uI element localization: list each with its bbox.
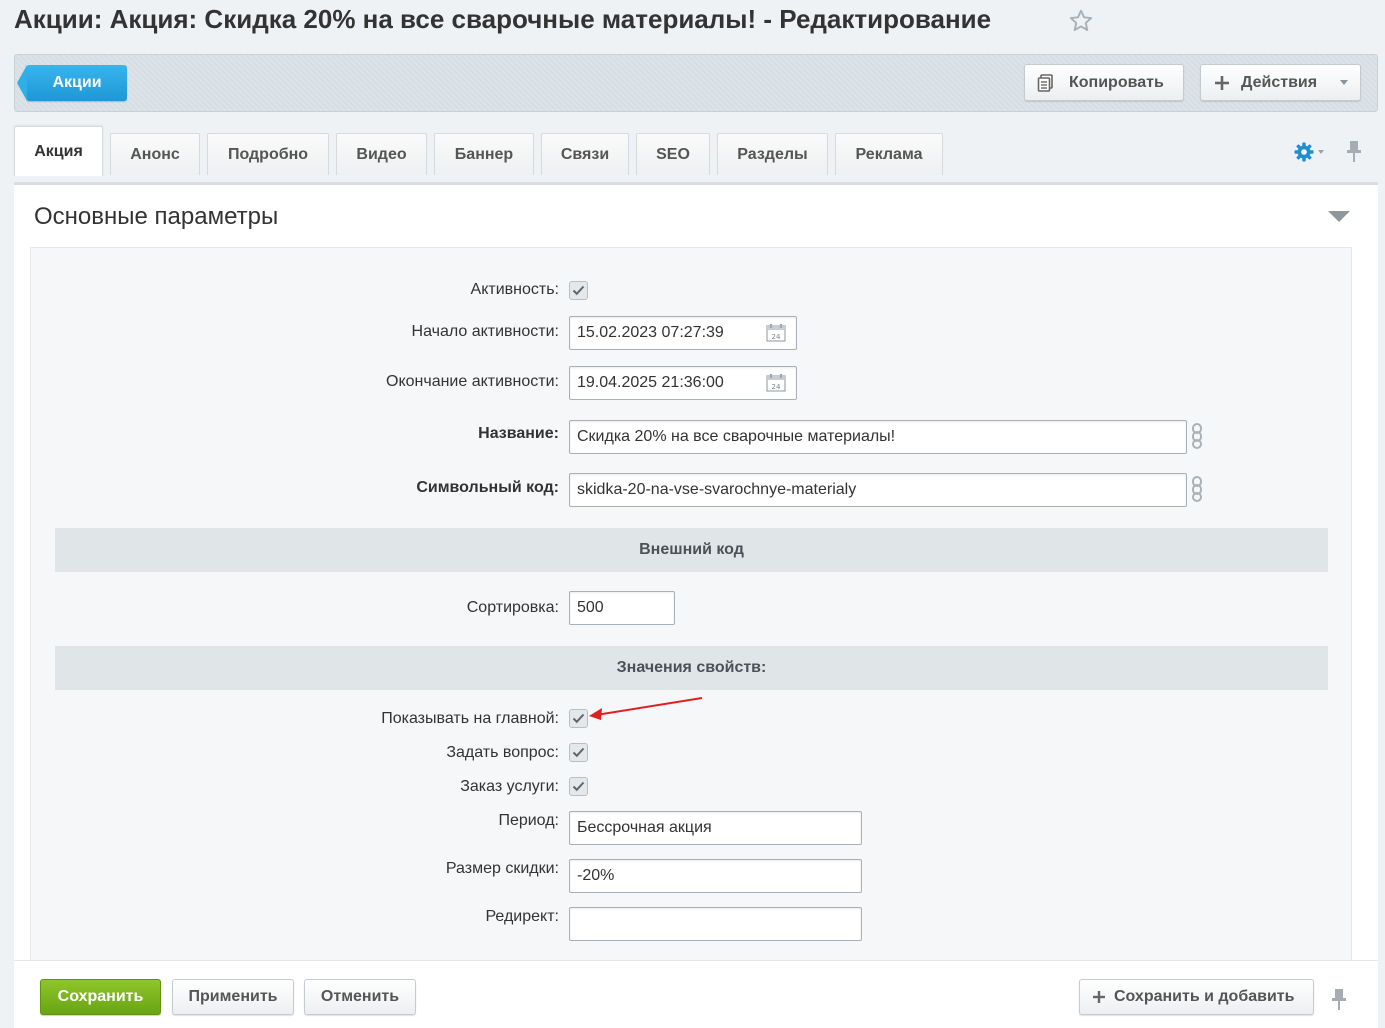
period-label: Период: (498, 812, 559, 829)
start-date-label: Начало активности: (411, 323, 559, 340)
actions-button[interactable]: Действия (1200, 64, 1361, 101)
calendar-icon[interactable]: 24 (766, 324, 786, 342)
order-service-checkbox[interactable] (569, 777, 588, 796)
discount-label: Размер скидки: (445, 860, 559, 877)
save-and-add-label: Сохранить и добавить (1114, 988, 1295, 1005)
name-input[interactable]: Скидка 20% на все сварочные материалы! (569, 420, 1187, 454)
copy-button-label: Копировать (1069, 74, 1164, 91)
footer-bar: Сохранить Применить Отменить Сохранить и… (14, 960, 1378, 1028)
active-checkbox[interactable] (569, 281, 588, 300)
tab-promo[interactable]: Акция (14, 126, 103, 176)
star-icon[interactable] (1068, 8, 1094, 34)
checkmark-icon (572, 781, 585, 792)
svg-text:24: 24 (772, 333, 781, 341)
sort-input[interactable]: 500 (569, 591, 675, 625)
redirect-label: Редирект: (485, 908, 559, 925)
tab-details[interactable]: Подробно (207, 133, 329, 175)
end-date-label: Окончание активности: (386, 373, 559, 390)
external-code-header[interactable]: Внешний код (55, 528, 1328, 572)
annotation-arrow-icon (589, 697, 703, 720)
discount-input[interactable]: -20% (569, 859, 862, 893)
active-label: Активность: (470, 281, 559, 298)
chevron-down-icon (1340, 80, 1348, 85)
gear-icon[interactable] (1293, 141, 1315, 163)
save-and-add-button[interactable]: Сохранить и добавить (1079, 979, 1314, 1015)
tab-announce[interactable]: Анонс (110, 133, 200, 175)
code-input[interactable]: skidka-20-na-vse-svarochnye-materialy (569, 473, 1187, 507)
save-button[interactable]: Сохранить (40, 979, 161, 1015)
show-main-label: Показывать на главной: (381, 710, 559, 727)
link-chain-icon[interactable] (1189, 475, 1205, 503)
tab-ads[interactable]: Реклама (835, 133, 943, 175)
plus-icon (1093, 991, 1105, 1003)
checkmark-icon (572, 713, 585, 724)
start-date-input[interactable]: 15.02.2023 07:27:39 24 (569, 316, 797, 350)
tab-seo[interactable]: SEO (636, 133, 710, 175)
tab-bar: Акция Анонс Подробно Видео Баннер Связи … (14, 126, 1378, 182)
copy-icon (1037, 74, 1053, 92)
gear-chevron-down-icon[interactable] (1318, 150, 1324, 154)
start-date-value: 15.02.2023 07:27:39 (577, 324, 724, 341)
redirect-input[interactable] (569, 907, 862, 941)
apply-button[interactable]: Применить (172, 979, 294, 1015)
tab-sections[interactable]: Разделы (717, 133, 828, 175)
pin-icon[interactable] (1345, 139, 1363, 163)
cancel-button[interactable]: Отменить (304, 979, 416, 1015)
properties-header: Значения свойств: (55, 646, 1328, 690)
code-label: Символьный код: (416, 479, 559, 496)
tab-banner[interactable]: Баннер (434, 133, 534, 175)
section-title: Основные параметры (34, 203, 279, 230)
svg-text:24: 24 (772, 383, 781, 391)
collapse-icon[interactable] (1328, 211, 1350, 222)
ask-question-label: Задать вопрос: (446, 744, 559, 761)
actions-button-label: Действия (1241, 74, 1318, 91)
checkmark-icon (572, 285, 585, 296)
sort-label: Сортировка: (466, 599, 559, 616)
toolbar: Акции Копировать Действия (14, 54, 1378, 112)
page-title: Акции: Акция: Скидка 20% на все сварочны… (14, 4, 992, 34)
ask-question-checkbox[interactable] (569, 743, 588, 762)
period-input[interactable]: Бессрочная акция (569, 811, 862, 845)
end-date-value: 19.04.2025 21:36:00 (577, 374, 724, 391)
tab-video[interactable]: Видео (336, 133, 427, 175)
copy-button[interactable]: Копировать (1024, 64, 1184, 101)
end-date-input[interactable]: 19.04.2025 21:36:00 24 (569, 366, 797, 400)
back-to-list-button[interactable]: Акции (17, 65, 127, 101)
calendar-icon[interactable]: 24 (766, 374, 786, 392)
main-panel: Основные параметры Активность: Начало ак… (14, 182, 1378, 967)
section-body: Активность: Начало активности: 15.02.202… (30, 247, 1352, 967)
link-chain-icon[interactable] (1189, 422, 1205, 450)
plus-icon (1215, 76, 1229, 90)
pin-icon[interactable] (1330, 987, 1348, 1011)
name-label: Название: (478, 425, 559, 442)
tab-links[interactable]: Связи (541, 133, 629, 175)
checkmark-icon (572, 747, 585, 758)
order-service-label: Заказ услуги: (460, 778, 559, 795)
